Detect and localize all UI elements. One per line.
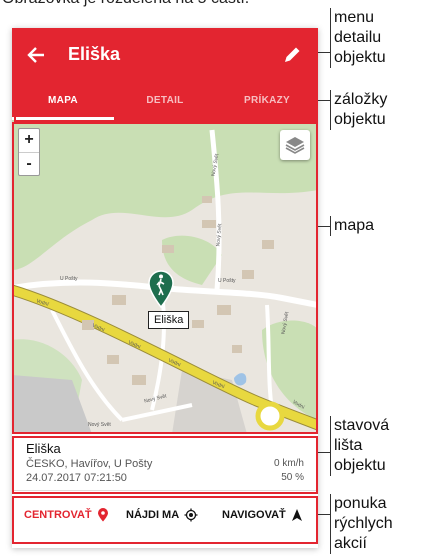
intro-text: Obrazovka je rozdelená na 5 častí. bbox=[2, 0, 249, 8]
callout-actions: ponuka rýchlych akcií bbox=[330, 494, 393, 554]
callout-menu: menu detailu objektu bbox=[330, 8, 386, 68]
leader-line bbox=[318, 226, 330, 227]
highlight-appbar bbox=[12, 28, 318, 92]
leader-line bbox=[318, 52, 330, 53]
leader-line bbox=[318, 100, 330, 101]
callout-map: mapa bbox=[330, 216, 374, 236]
leader-line bbox=[318, 514, 330, 515]
highlight-actions bbox=[12, 496, 318, 544]
leader-line bbox=[318, 452, 330, 453]
callout-status: stavová lišta objektu bbox=[330, 416, 389, 476]
callout-tabs: záložky objektu bbox=[330, 90, 387, 130]
highlight-tabs bbox=[14, 84, 318, 122]
highlight-status bbox=[12, 436, 318, 494]
highlight-map bbox=[12, 122, 318, 434]
